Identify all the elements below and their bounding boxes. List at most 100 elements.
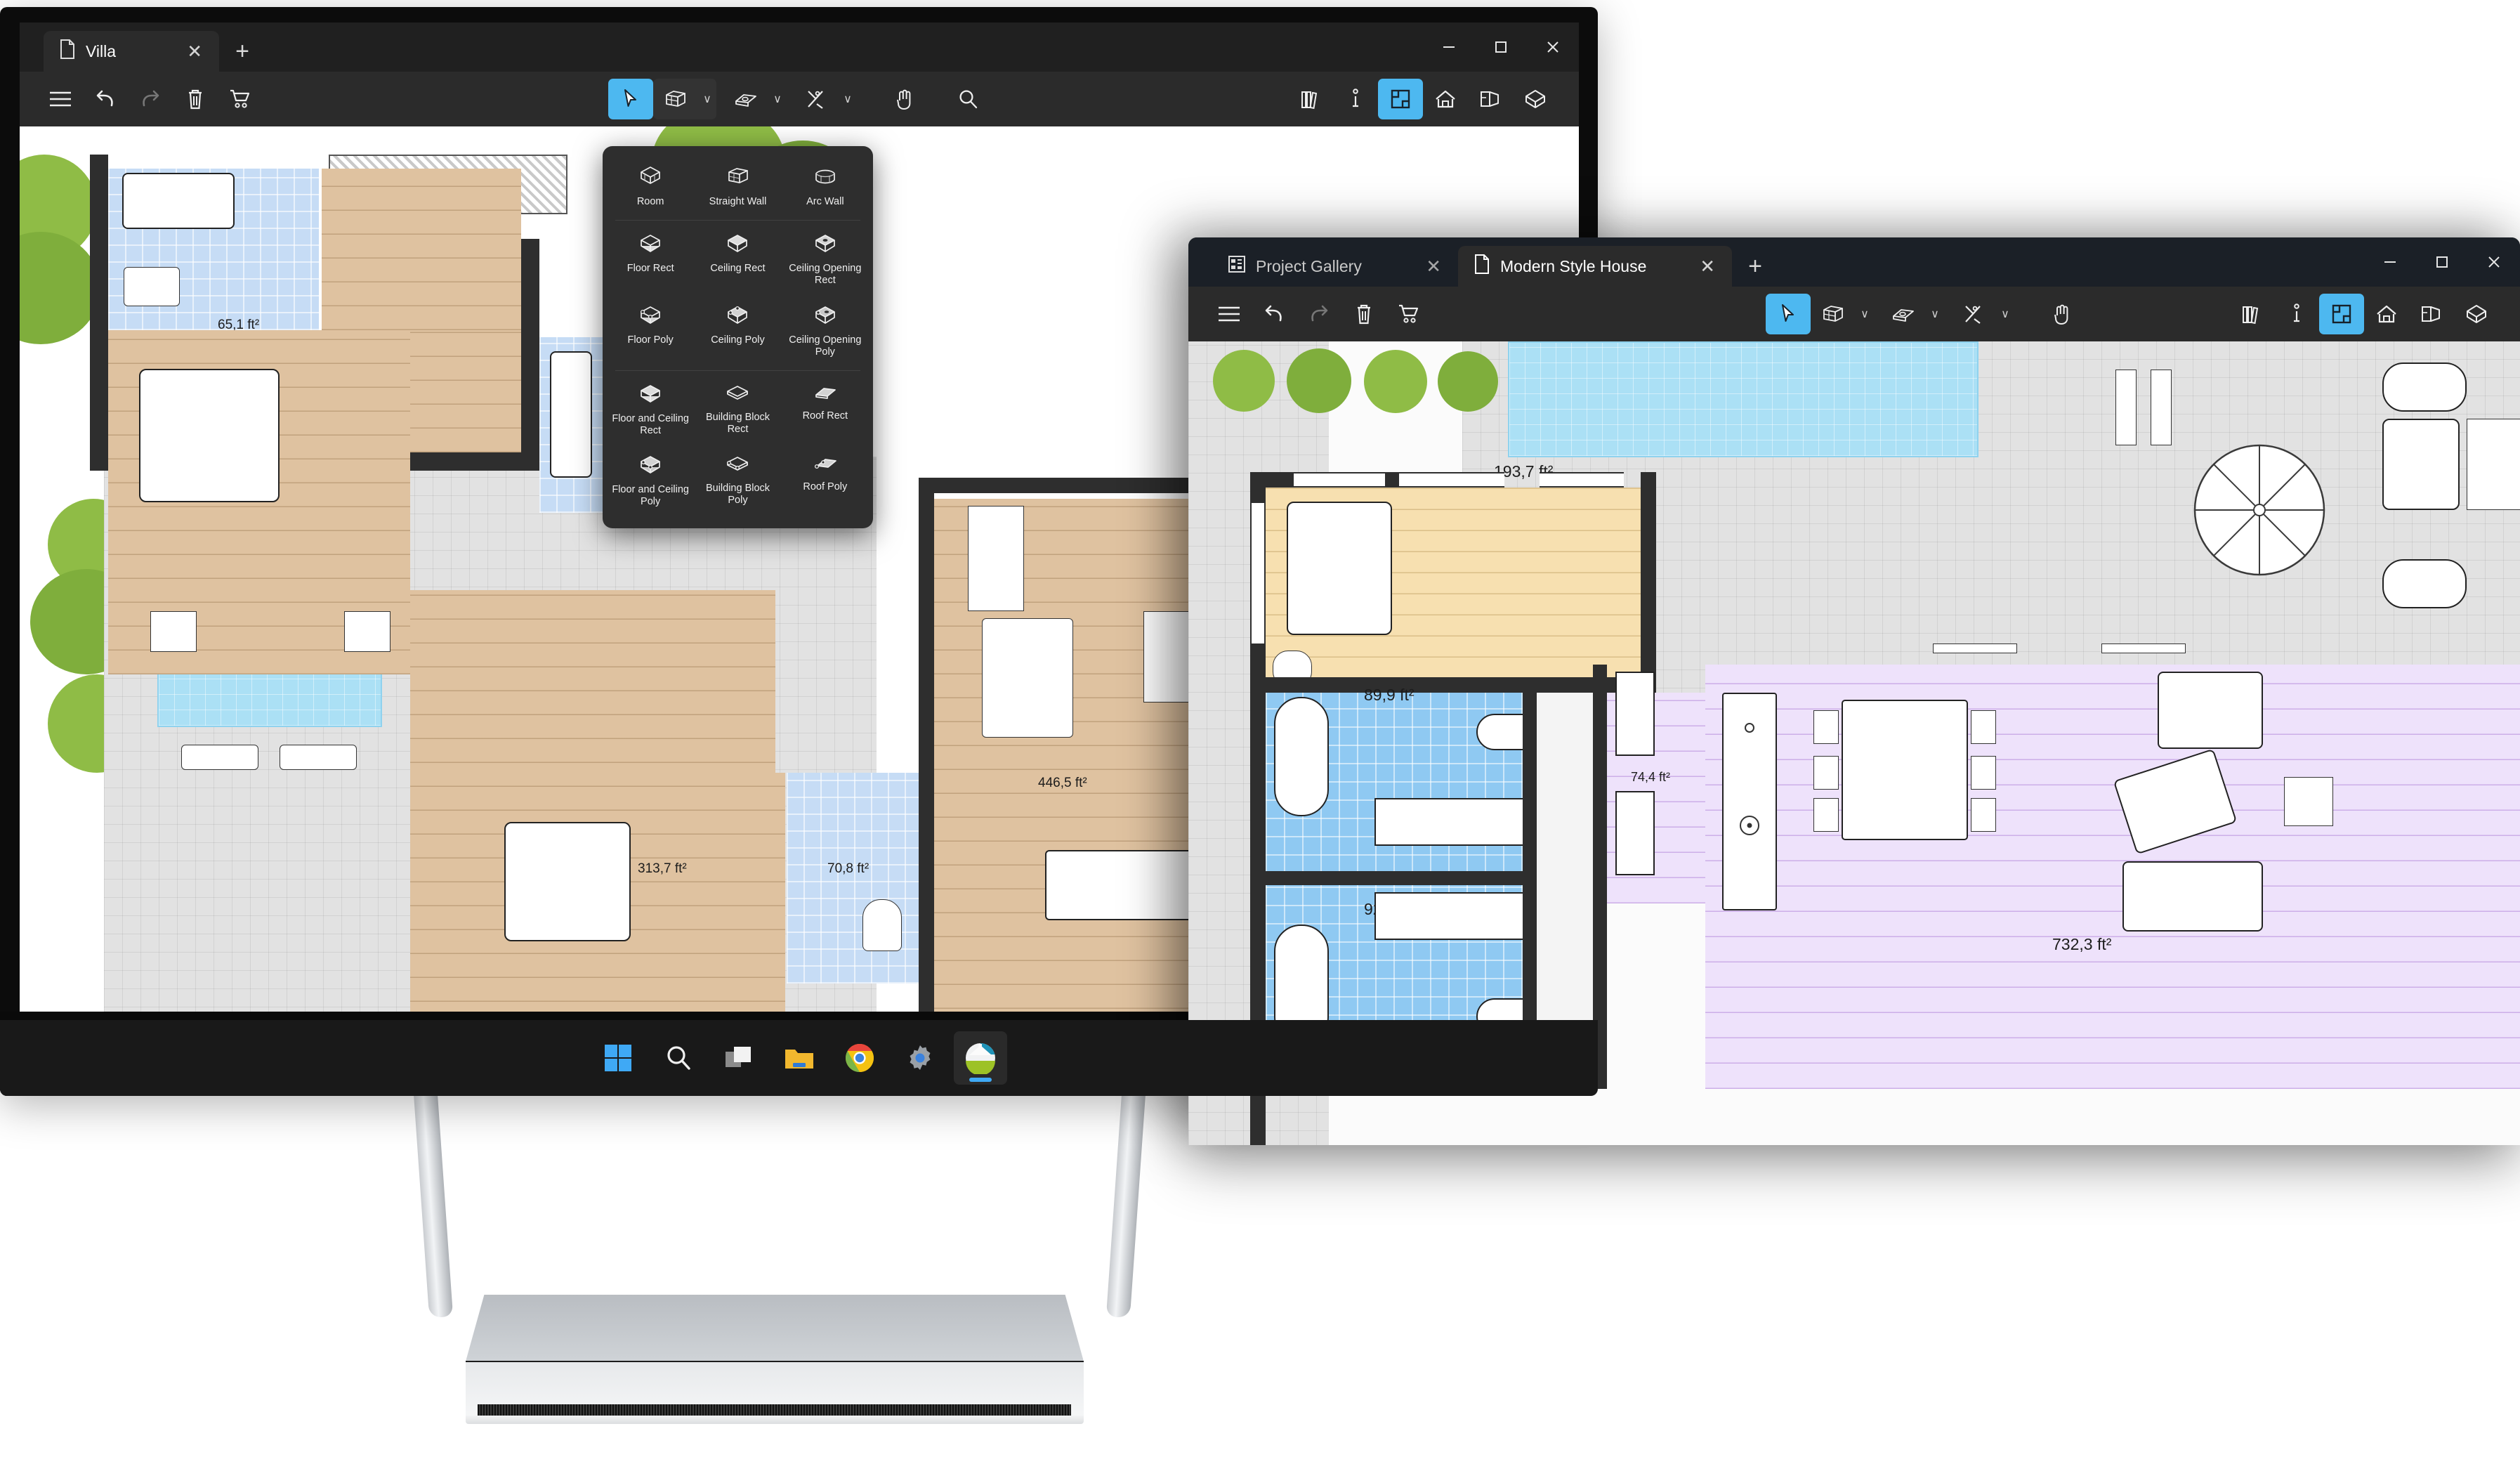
elevation-icon[interactable] xyxy=(1423,79,1468,119)
menu-item-straight-wall[interactable]: Straight Wall xyxy=(694,156,781,216)
undo-icon[interactable] xyxy=(1252,294,1297,334)
pan-hand-icon[interactable] xyxy=(2040,294,2085,334)
settings-gear-icon[interactable] xyxy=(893,1031,947,1085)
minimize-button[interactable] xyxy=(1423,22,1475,72)
back-window-controls xyxy=(1423,22,1579,72)
menu-item-roof-rect[interactable]: Roof Rect xyxy=(782,374,869,445)
new-tab-button[interactable]: + xyxy=(219,31,265,72)
roof-icon[interactable] xyxy=(723,79,768,119)
menu-item-ceiling-rect[interactable]: Ceiling Rect xyxy=(694,224,781,295)
elevation-icon[interactable] xyxy=(2364,294,2409,334)
menu-item-ceiling-poly[interactable]: Ceiling Poly xyxy=(694,296,781,367)
dimension-icon[interactable] xyxy=(1951,294,1996,334)
menu-item-room[interactable]: Room xyxy=(607,156,694,216)
wall-icon[interactable] xyxy=(653,79,698,119)
file-explorer-icon[interactable] xyxy=(773,1031,826,1085)
select-arrow-icon[interactable] xyxy=(608,79,653,119)
menu-icon[interactable] xyxy=(1207,294,1252,334)
menu-item-floor-and-ceiling-rect[interactable]: Floor and Ceiling Rect xyxy=(607,374,694,445)
select-arrow-icon[interactable] xyxy=(1766,294,1811,334)
side-table-icon xyxy=(2284,777,2333,826)
lounger-icon xyxy=(181,745,258,770)
cart-icon[interactable] xyxy=(1386,294,1431,334)
outdoor-table-icon xyxy=(2382,362,2467,412)
menu-item-roof-poly[interactable]: Roof Poly xyxy=(782,445,869,516)
building-tools-group[interactable]: ∨ xyxy=(653,79,716,119)
task-view-icon[interactable] xyxy=(712,1031,766,1085)
building-tools-group[interactable]: ∨ xyxy=(1811,294,1874,334)
roof-poly-icon xyxy=(813,455,837,476)
room-bathroom-2[interactable] xyxy=(787,773,927,984)
floor-poly-icon xyxy=(639,305,662,329)
tab-close-icon[interactable]: ✕ xyxy=(183,42,206,60)
dimension-tools-group[interactable]: ∨ xyxy=(1951,294,2014,334)
trash-icon[interactable] xyxy=(1341,294,1386,334)
roof-icon[interactable] xyxy=(1881,294,1926,334)
menu-item-floor-and-ceiling-poly[interactable]: Floor and Ceiling Poly xyxy=(607,445,694,516)
chevron-down-icon[interactable]: ∨ xyxy=(1926,294,1944,334)
chrome-icon[interactable] xyxy=(833,1031,886,1085)
chevron-down-icon[interactable]: ∨ xyxy=(839,79,857,119)
3d-view-icon[interactable] xyxy=(2454,294,2499,334)
menu-item-building-block-rect[interactable]: Building Block Rect xyxy=(694,374,781,445)
zoom-search-icon[interactable] xyxy=(945,79,990,119)
tab-close-icon[interactable]: ✕ xyxy=(1422,257,1445,275)
undo-icon[interactable] xyxy=(83,79,128,119)
bathtub-icon xyxy=(1274,697,1329,816)
info-icon[interactable] xyxy=(1333,79,1378,119)
chevron-down-icon[interactable]: ∨ xyxy=(698,79,716,119)
split-view-icon[interactable] xyxy=(2409,294,2454,334)
minimize-button[interactable] xyxy=(2364,237,2416,287)
menu-item-label: Roof Poly xyxy=(803,481,848,493)
pan-hand-icon[interactable] xyxy=(882,79,927,119)
floor-plan-icon[interactable] xyxy=(2319,294,2364,334)
trash-icon[interactable] xyxy=(173,79,218,119)
chair-icon xyxy=(1971,710,1996,744)
wall-icon[interactable] xyxy=(1811,294,1856,334)
start-icon[interactable] xyxy=(591,1031,645,1085)
menu-item-building-block-poly[interactable]: Building Block Poly xyxy=(694,445,781,516)
chevron-down-icon[interactable]: ∨ xyxy=(768,79,787,119)
menu-item-ceiling-opening-poly[interactable]: Ceiling Opening Poly xyxy=(782,296,869,367)
roof-tools-group[interactable]: ∨ xyxy=(723,79,787,119)
3d-view-icon[interactable] xyxy=(1513,79,1558,119)
tab-modern-style-house[interactable]: Modern Style House ✕ xyxy=(1458,246,1732,287)
menu-item-floor-poly[interactable]: Floor Poly xyxy=(607,296,694,367)
close-button[interactable] xyxy=(2468,237,2520,287)
room-bedroom-ext[interactable] xyxy=(1452,488,1656,679)
split-view-icon[interactable] xyxy=(1468,79,1513,119)
floor-plan-icon[interactable] xyxy=(1378,79,1423,119)
live-home-3d-icon[interactable] xyxy=(953,1031,1007,1085)
menu-icon[interactable] xyxy=(38,79,83,119)
bathtub-icon xyxy=(122,173,235,229)
wall-segment xyxy=(1266,871,1525,885)
info-icon[interactable] xyxy=(2274,294,2319,334)
cart-icon[interactable] xyxy=(218,79,263,119)
tab-villa[interactable]: Villa ✕ xyxy=(44,31,219,72)
library-icon[interactable] xyxy=(2229,294,2274,334)
chevron-down-icon[interactable]: ∨ xyxy=(1856,294,1874,334)
close-button[interactable] xyxy=(1527,22,1579,72)
chevron-down-icon[interactable]: ∨ xyxy=(1996,294,2014,334)
redo-icon[interactable] xyxy=(128,79,173,119)
chair-icon xyxy=(1813,710,1839,744)
menu-item-ceiling-opening-rect[interactable]: Ceiling Opening Rect xyxy=(782,224,869,295)
bathtub-icon xyxy=(550,351,592,478)
maximize-button[interactable] xyxy=(1475,22,1527,72)
roof-tools-group[interactable]: ∨ xyxy=(1881,294,1944,334)
library-icon[interactable] xyxy=(1288,79,1333,119)
new-tab-button[interactable]: + xyxy=(1732,246,1778,287)
tab-close-icon[interactable]: ✕ xyxy=(1695,257,1719,275)
chair-icon xyxy=(1813,756,1839,790)
menu-item-label: Floor and Ceiling Rect xyxy=(612,412,689,437)
building-tools-menu[interactable]: Room Straight Wall Arc Wall Floor Rect C… xyxy=(603,146,873,528)
dimension-tools-group[interactable]: ∨ xyxy=(794,79,857,119)
dimension-icon[interactable] xyxy=(794,79,839,119)
maximize-button[interactable] xyxy=(2416,237,2468,287)
search-icon[interactable] xyxy=(652,1031,705,1085)
redo-icon[interactable] xyxy=(1297,294,1341,334)
room-living-upper[interactable] xyxy=(322,169,521,330)
menu-item-arc-wall[interactable]: Arc Wall xyxy=(782,156,869,216)
tab-project-gallery[interactable]: Project Gallery ✕ xyxy=(1212,246,1458,287)
menu-item-floor-rect[interactable]: Floor Rect xyxy=(607,224,694,295)
